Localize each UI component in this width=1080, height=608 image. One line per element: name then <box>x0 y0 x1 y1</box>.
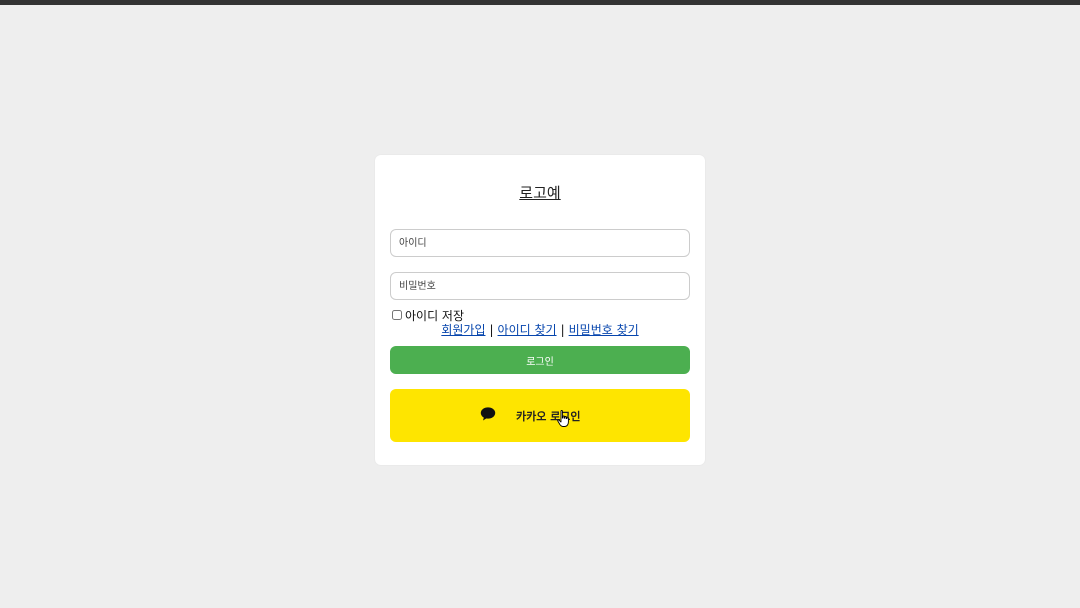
login-card: 로고예 아이디 저장 회원가입|아이디 찾기|비밀번호 찾기 로그인 카카오 로… <box>375 155 705 465</box>
link-separator: | <box>489 323 494 337</box>
login-button-label: 로그인 <box>526 356 554 368</box>
remember-id: 아이디 저장 <box>392 308 465 323</box>
remember-id-label: 아이디 저장 <box>405 308 465 323</box>
signup-link[interactable]: 회원가입 <box>441 323 485 337</box>
remember-id-checkbox[interactable] <box>392 310 402 320</box>
hand-pointer-icon <box>557 410 569 427</box>
logo-link[interactable]: 로고예 <box>519 184 560 202</box>
account-links: 회원가입 | 아이디 찾기 | 비밀번호 찾기 <box>375 322 705 338</box>
top-bar <box>0 0 1080 5</box>
logo: 로고예 <box>375 183 705 203</box>
find-id-link[interactable]: 아이디 찾기 <box>498 323 557 337</box>
kakao-login-button[interactable]: 카카오 로그인 <box>390 389 690 442</box>
login-button[interactable]: 로그인 <box>390 346 690 374</box>
password-input[interactable] <box>390 272 690 300</box>
link-separator: | <box>560 323 565 337</box>
find-password-link[interactable]: 비밀번호 찾기 <box>569 323 639 337</box>
id-input[interactable] <box>390 229 690 257</box>
speech-bubble-icon <box>480 407 496 421</box>
